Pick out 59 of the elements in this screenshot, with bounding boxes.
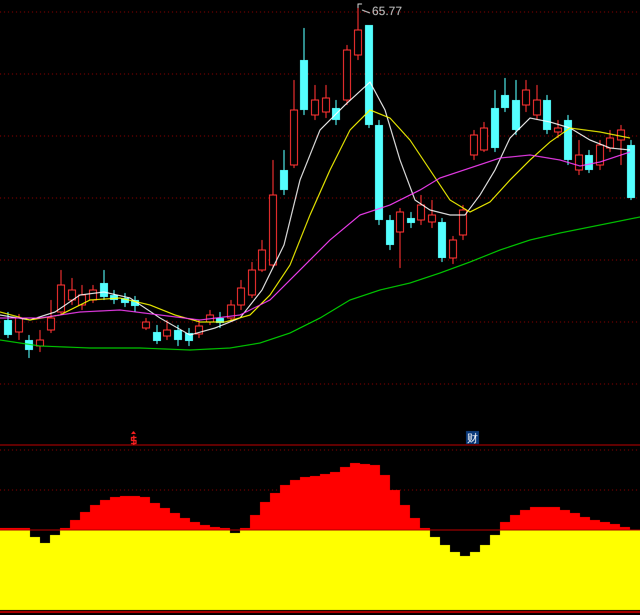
candlestick: [195, 320, 203, 338]
candlestick: [575, 140, 583, 176]
candlestick: [89, 284, 97, 304]
candlestick: [153, 324, 161, 344]
candlestick: [174, 324, 182, 346]
candlestick: [491, 90, 499, 152]
candlestick: [354, 8, 362, 60]
candlestick: [585, 150, 593, 174]
candlestick: [332, 100, 340, 126]
candlestick: [343, 44, 351, 106]
candlestick: [480, 122, 488, 152]
candlestick: [121, 292, 129, 308]
candlestick: [470, 130, 478, 160]
candlestick: [417, 194, 425, 226]
candlestick: [100, 270, 108, 300]
candlestick: [459, 204, 467, 240]
candlestick: [627, 140, 635, 200]
candlestick: [522, 80, 530, 112]
candlestick: [438, 218, 446, 262]
signal-badge: 财: [466, 431, 479, 445]
candlestick: [554, 120, 562, 138]
candlestick: [311, 84, 319, 120]
candlestick: [512, 80, 520, 136]
candlestick: [206, 310, 214, 326]
candlestick: [25, 334, 33, 358]
candlestick: [237, 280, 245, 310]
candlestick: [227, 300, 235, 322]
candlestick: [543, 94, 551, 134]
candlestick: [142, 318, 150, 330]
candlestick: [248, 262, 256, 298]
histogram-gap: [230, 530, 240, 533]
candlestick: [110, 290, 118, 304]
candlestick: [68, 278, 76, 306]
candlestick: [428, 200, 436, 228]
candlestick: [4, 312, 12, 338]
candlestick: [57, 270, 65, 316]
high-price-label: 65.77: [358, 4, 402, 18]
candlestick: [47, 300, 55, 334]
candlestick: [386, 214, 394, 250]
candlestick: [216, 312, 224, 328]
candlestick: [258, 240, 266, 272]
candlestick: [15, 314, 23, 340]
candlestick: [596, 140, 604, 170]
candlestick: [501, 78, 509, 112]
candlestick: [280, 150, 288, 196]
candlestick: [131, 296, 139, 312]
candlestick: [606, 130, 614, 152]
candlestick: [617, 124, 625, 166]
candlestick: [322, 84, 330, 118]
candlestick: [78, 284, 86, 310]
candlestick: [396, 208, 404, 268]
candlestick: [36, 330, 44, 352]
dollar-sign-icon: [130, 431, 138, 446]
candlestick: [449, 236, 457, 264]
candlestick: [163, 320, 171, 340]
candlestick: [185, 328, 193, 346]
candlestick: [533, 84, 541, 120]
candlestick: [564, 114, 572, 166]
candlestick: [407, 212, 415, 228]
